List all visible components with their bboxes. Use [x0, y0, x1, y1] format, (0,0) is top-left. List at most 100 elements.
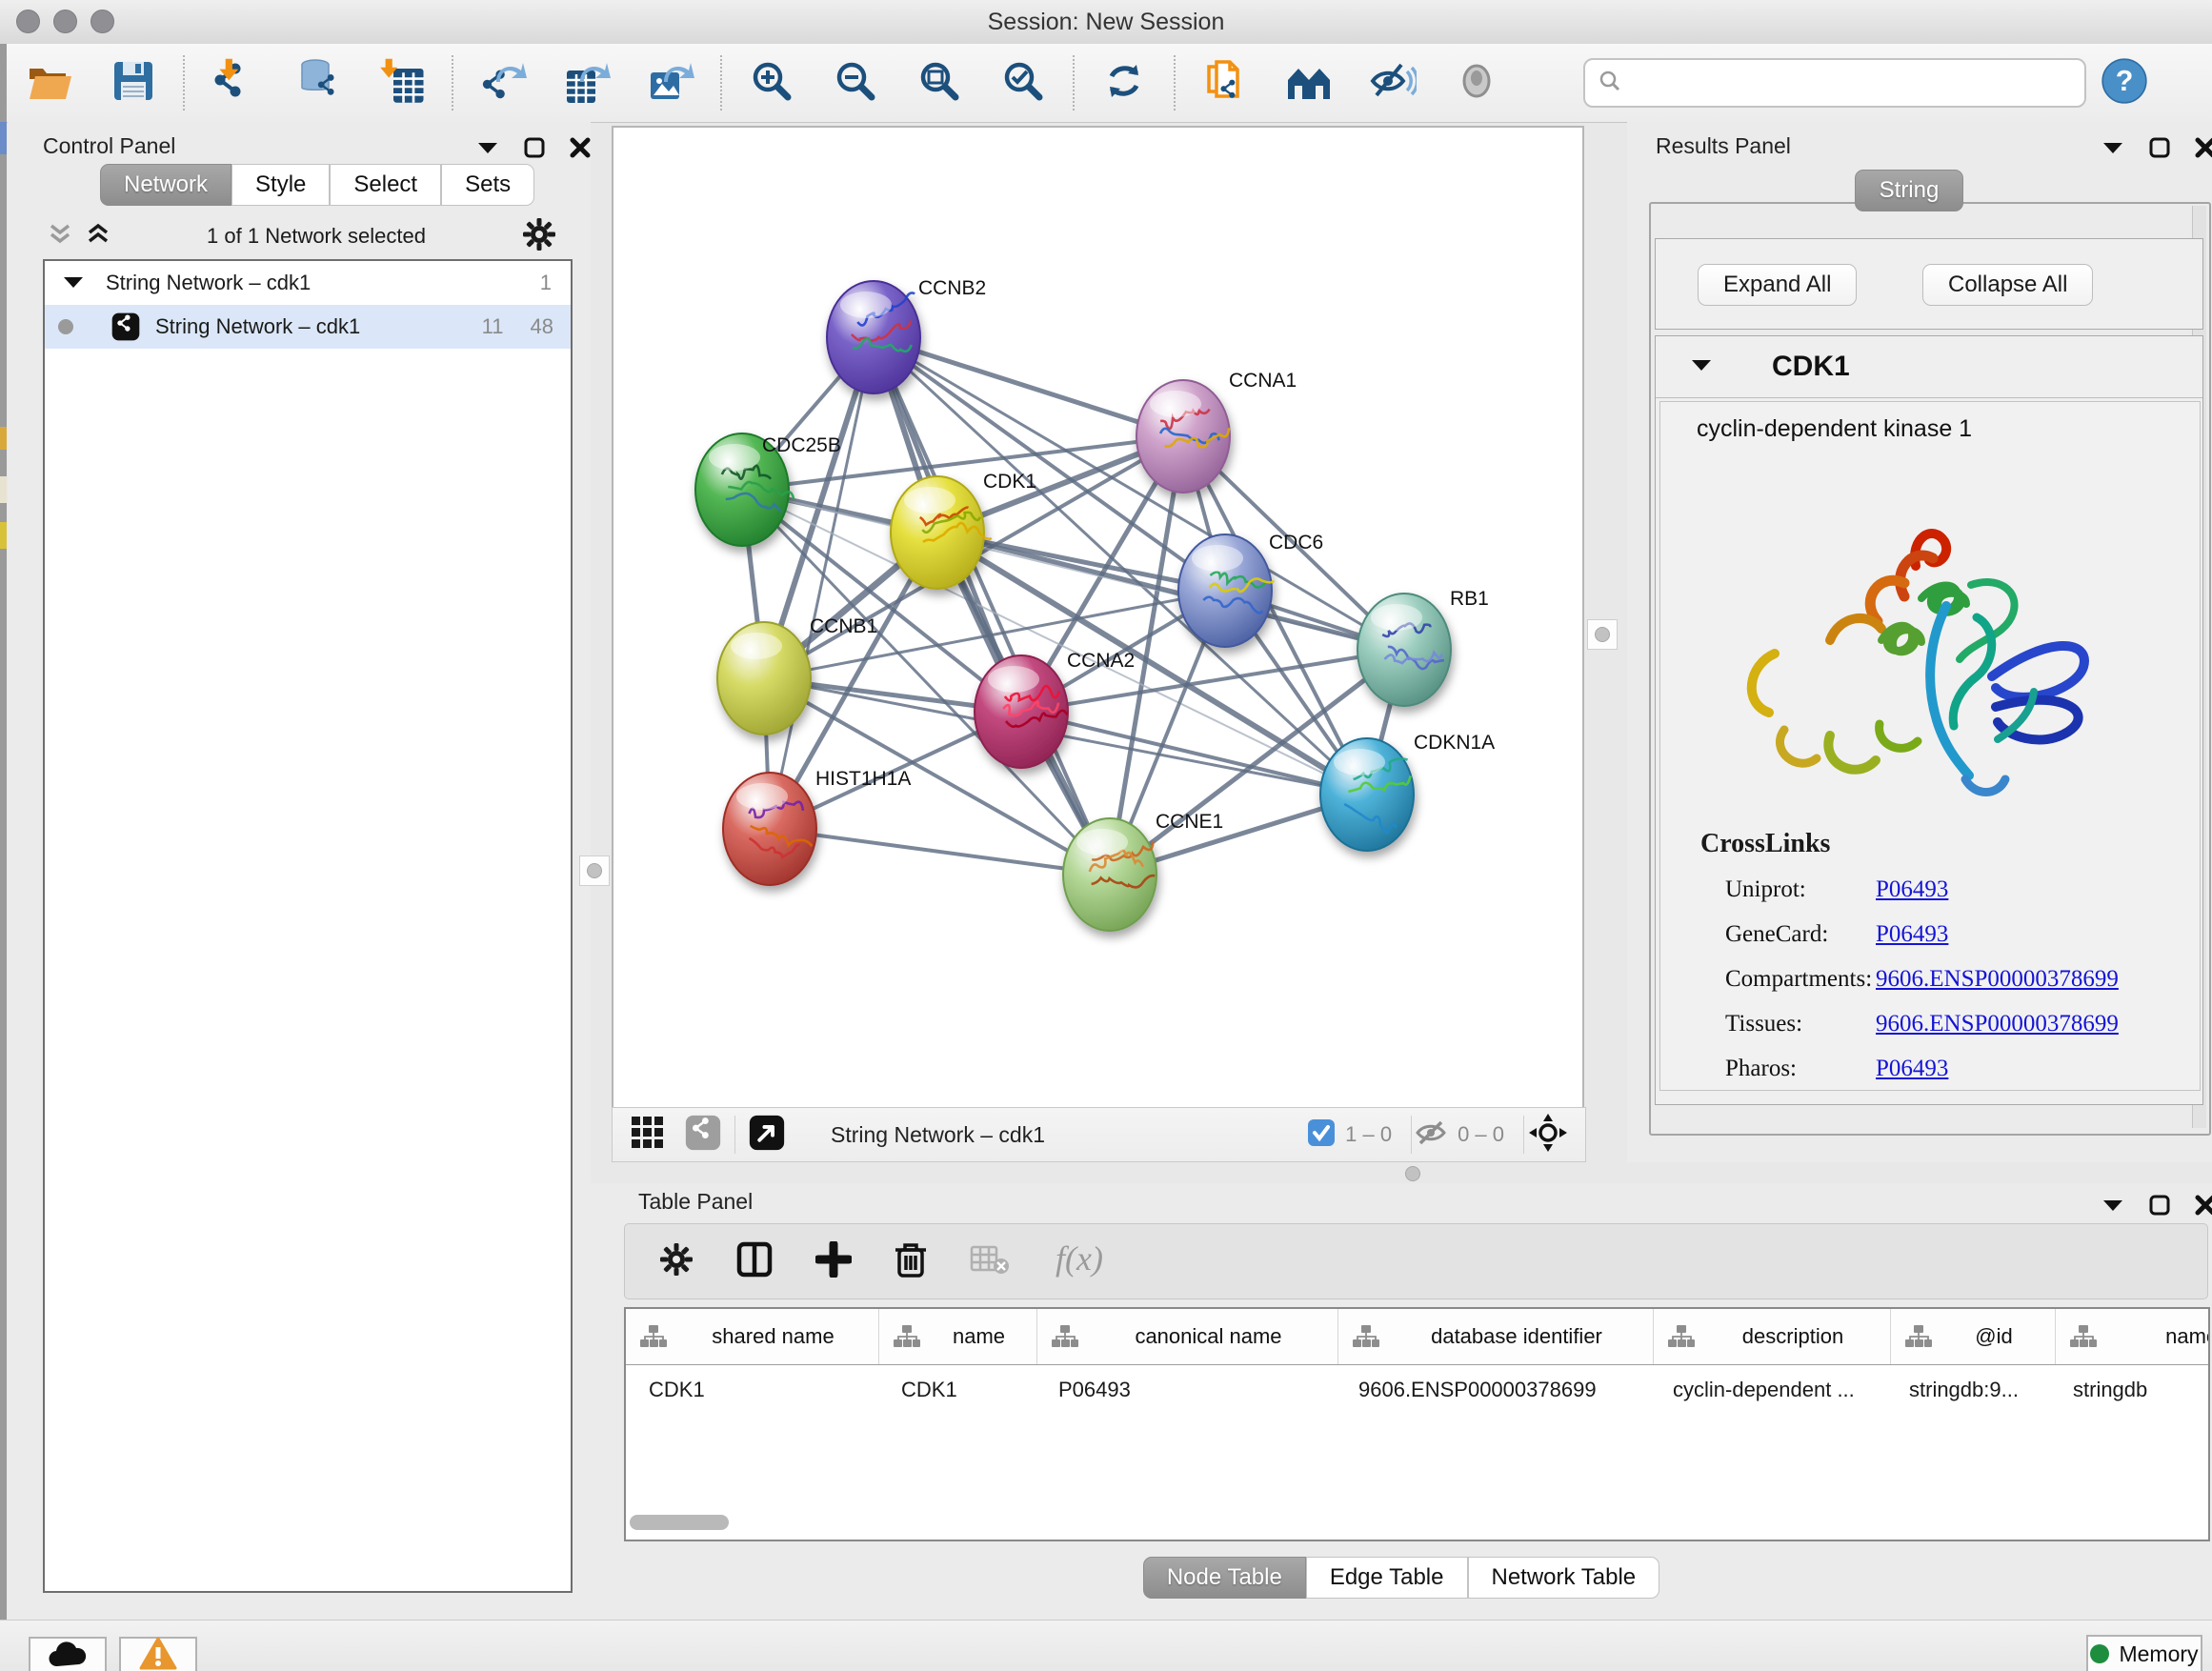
tab-select[interactable]: Select	[330, 164, 441, 206]
column-header-namespace[interactable]: namespace	[2056, 1309, 2210, 1364]
control-panel-close-icon[interactable]	[570, 137, 591, 158]
table-cell[interactable]: 9606.ENSP00000378699	[1336, 1378, 1650, 1402]
collapse-all-networks-icon[interactable]	[48, 222, 72, 252]
tab-node-table[interactable]: Node Table	[1143, 1557, 1306, 1599]
search-input[interactable]	[1623, 70, 2073, 97]
table-panel-maximize-icon[interactable]	[2149, 1195, 2170, 1216]
node-CDKN1A[interactable]	[1320, 738, 1414, 851]
cloud-status-button[interactable]	[29, 1637, 107, 1671]
edge-HIST1H1A-CCNE1[interactable]	[770, 829, 1110, 875]
zoom-selected-button[interactable]	[998, 58, 1048, 108]
node-RB1[interactable]	[1357, 594, 1451, 706]
table-options-gear-icon[interactable]	[659, 1242, 694, 1281]
crosslink-value-link[interactable]: 9606.ENSP00000378699	[1876, 966, 2119, 993]
edge-CCNB2-CCNE1[interactable]	[874, 337, 1110, 875]
warnings-button[interactable]	[119, 1637, 197, 1671]
show-all-windows-button[interactable]	[1284, 58, 1334, 108]
table-panel-close-icon[interactable]	[2195, 1195, 2212, 1216]
tab-style[interactable]: Style	[231, 164, 330, 206]
column-header-canonical-name[interactable]: canonical name	[1037, 1309, 1338, 1364]
table-cell[interactable]: CDK1	[878, 1378, 1036, 1402]
expand-all-button[interactable]: Expand All	[1698, 264, 1857, 306]
open-session-button[interactable]	[25, 58, 74, 108]
zoom-fit-button[interactable]	[915, 58, 964, 108]
control-panel-float-icon[interactable]	[476, 140, 499, 155]
tab-edge-table[interactable]: Edge Table	[1306, 1557, 1468, 1599]
table-cell[interactable]: CDK1	[626, 1378, 878, 1402]
show-details-button[interactable]	[1452, 58, 1501, 108]
network-collection-row[interactable]: String Network – cdk1 1	[45, 261, 571, 305]
tab-network[interactable]: Network	[100, 164, 231, 206]
add-column-icon[interactable]	[815, 1241, 852, 1282]
table-cell[interactable]: cyclin-dependent ...	[1650, 1378, 1886, 1402]
import-network-database-button[interactable]	[293, 58, 343, 108]
fit-content-crosshair-icon[interactable]	[1528, 1113, 1568, 1158]
network-canvas[interactable]: CCNB2 CCNA1 CDC25B CDK1 CDC6 RB1	[612, 126, 1584, 1109]
network-row[interactable]: String Network – cdk1 11 48	[45, 305, 571, 349]
crosslink-value-link[interactable]: P06493	[1876, 876, 1948, 903]
export-table-button[interactable]	[562, 58, 612, 108]
left-splitter-handle[interactable]	[579, 856, 610, 886]
results-panel-float-icon[interactable]	[2101, 140, 2124, 155]
node-CCNE1[interactable]	[1063, 818, 1156, 931]
node-CCNB2[interactable]	[827, 281, 920, 393]
crosslink-value-link[interactable]: P06493	[1876, 921, 1948, 948]
collapse-all-button[interactable]: Collapse All	[1922, 264, 2093, 306]
clone-network-button[interactable]	[1200, 58, 1250, 108]
table-cell[interactable]: stringdb:9...	[1886, 1378, 2050, 1402]
save-session-button[interactable]	[109, 58, 158, 108]
birds-eye-grid-icon[interactable]	[632, 1117, 664, 1154]
section-collapse-icon[interactable]	[1690, 357, 1713, 377]
network-options-gear-icon[interactable]	[522, 217, 556, 256]
network-overview-icon[interactable]	[685, 1115, 721, 1156]
selected-elements-icon[interactable]	[1307, 1118, 1336, 1152]
detach-view-icon[interactable]	[749, 1115, 785, 1156]
edge-sliver	[0, 122, 7, 154]
column-header-name[interactable]: name	[879, 1309, 1037, 1364]
table-row[interactable]: CDK1CDK1P064939606.ENSP00000378699cyclin…	[626, 1365, 2208, 1415]
results-panel-maximize-icon[interactable]	[2149, 137, 2170, 158]
node-CCNB1[interactable]	[717, 622, 811, 735]
results-panel-close-icon[interactable]	[2195, 137, 2212, 158]
crosslink-value-link[interactable]: P06493	[1876, 1056, 1948, 1082]
column-header--id[interactable]: @id	[1891, 1309, 2056, 1364]
right-splitter-handle[interactable]	[1587, 619, 1618, 650]
edge-CCNB2-CCNA1[interactable]	[874, 337, 1183, 436]
import-network-button[interactable]	[210, 58, 259, 108]
tab-sets[interactable]: Sets	[441, 164, 534, 206]
control-panel-maximize-icon[interactable]	[524, 137, 545, 158]
export-network-button[interactable]	[478, 58, 528, 108]
node-CDC6[interactable]	[1178, 534, 1274, 647]
hidden-elements-icon[interactable]	[1416, 1118, 1448, 1152]
edge-CCNA2-CDKN1A[interactable]	[1021, 712, 1367, 795]
hide-details-button[interactable]	[1368, 58, 1418, 108]
memory-button[interactable]: Memory	[2086, 1635, 2202, 1671]
node-CCNA2[interactable]	[975, 655, 1068, 768]
crosslink-value-link[interactable]: 9606.ENSP00000378699	[1876, 1011, 2119, 1037]
horizontal-splitter-handle[interactable]	[1405, 1166, 1420, 1181]
help-button[interactable]: ?	[2100, 58, 2149, 108]
collection-expand-icon[interactable]	[62, 271, 85, 295]
node-CCNA1[interactable]	[1136, 380, 1230, 493]
import-table-button[interactable]	[377, 58, 427, 108]
zoom-in-button[interactable]	[747, 58, 796, 108]
search-field[interactable]	[1583, 58, 2086, 108]
delete-column-icon[interactable]	[894, 1240, 928, 1283]
table-cell[interactable]: P06493	[1036, 1378, 1336, 1402]
table-panel-float-icon[interactable]	[2101, 1198, 2124, 1213]
table-hscrollbar-thumb[interactable]	[630, 1515, 729, 1530]
tab-string[interactable]: String	[1855, 170, 1963, 211]
zoom-out-button[interactable]	[831, 58, 880, 108]
table-hscrollbar[interactable]	[630, 1515, 2202, 1530]
node-HIST1H1A[interactable]	[723, 773, 816, 885]
refresh-network-button[interactable]	[1099, 58, 1149, 108]
column-header-shared-name[interactable]: shared name	[626, 1309, 879, 1364]
node-result-header[interactable]: CDK1	[1656, 336, 2202, 398]
export-image-button[interactable]	[646, 58, 695, 108]
show-columns-icon[interactable]	[735, 1240, 774, 1283]
column-header-database-identifier[interactable]: database identifier	[1338, 1309, 1654, 1364]
tab-network-table[interactable]: Network Table	[1468, 1557, 1660, 1599]
column-header-description[interactable]: description	[1654, 1309, 1891, 1364]
table-cell[interactable]: stringdb	[2050, 1378, 2210, 1402]
expand-all-networks-icon[interactable]	[86, 222, 111, 252]
